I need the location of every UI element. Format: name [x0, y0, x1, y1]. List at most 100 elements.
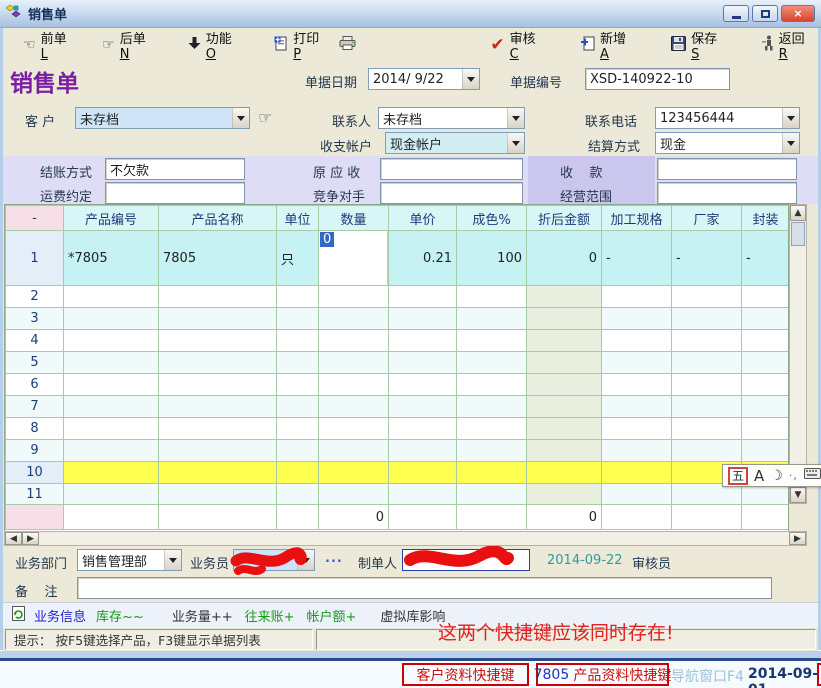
grid-cell[interactable]: [389, 330, 457, 352]
grid-cell[interactable]: [457, 330, 527, 352]
grid-cell[interactable]: 9: [6, 440, 64, 462]
grid-cell[interactable]: [64, 418, 159, 440]
grid-cell[interactable]: [319, 484, 389, 505]
grid-cell[interactable]: [277, 418, 319, 440]
function-button[interactable]: 功能O: [182, 32, 246, 58]
chevron-down-icon[interactable]: [462, 69, 479, 89]
grid-cell[interactable]: [277, 396, 319, 418]
grid-cell[interactable]: [527, 440, 602, 462]
grid-cell[interactable]: [602, 440, 672, 462]
minimize-button[interactable]: [723, 5, 749, 22]
grid-cell[interactable]: [527, 286, 602, 308]
grid-cell[interactable]: 2: [6, 286, 64, 308]
grid-cell[interactable]: [277, 440, 319, 462]
freight-input[interactable]: [105, 182, 245, 204]
grid-cell[interactable]: [672, 374, 742, 396]
grid-cell[interactable]: 5: [6, 352, 64, 374]
grid-cell[interactable]: [742, 352, 790, 374]
grid-cell[interactable]: [457, 462, 527, 484]
grid-cell[interactable]: [527, 484, 602, 505]
grid-cell[interactable]: [672, 330, 742, 352]
grid-cell[interactable]: [319, 286, 389, 308]
ime-keyboard-icon[interactable]: [804, 468, 821, 483]
grid-cell[interactable]: 0.21: [389, 231, 457, 286]
next-doc-button[interactable]: ☞ 后单N: [96, 32, 160, 58]
scroll-right-icon[interactable]: ▶: [22, 532, 39, 545]
grid-cell[interactable]: [602, 308, 672, 330]
grid-cell[interactable]: [602, 374, 672, 396]
new-button[interactable]: 新增A: [575, 32, 639, 58]
grid-cell[interactable]: [319, 374, 389, 396]
grid-cell[interactable]: -: [742, 231, 790, 286]
phone-combo[interactable]: 123456444: [655, 107, 800, 129]
grid-cell[interactable]: [64, 330, 159, 352]
receive-input[interactable]: [657, 158, 797, 180]
grid-cell[interactable]: [389, 308, 457, 330]
grid-cell[interactable]: 4: [6, 330, 64, 352]
more-button[interactable]: ...: [325, 551, 343, 566]
grid-cell[interactable]: [602, 396, 672, 418]
grid-header-cell[interactable]: 加工规格: [602, 206, 672, 231]
grid-cell[interactable]: [277, 462, 319, 484]
grid-cell[interactable]: 3: [6, 308, 64, 330]
scroll-up-icon[interactable]: ▲: [790, 205, 806, 221]
account-combo[interactable]: 现金帐户: [385, 132, 525, 154]
grid-cell[interactable]: [319, 330, 389, 352]
grid-header-cell[interactable]: 厂家: [672, 206, 742, 231]
prev-doc-button[interactable]: ☜ 前单L: [17, 32, 78, 58]
grid-cell[interactable]: [602, 330, 672, 352]
scrollbar-thumb[interactable]: [791, 222, 805, 246]
grid-cell[interactable]: 100: [457, 231, 527, 286]
grid-cell[interactable]: [742, 286, 790, 308]
grid-cell[interactable]: 1: [6, 231, 64, 286]
grid-header-cell[interactable]: 产品编号: [64, 206, 159, 231]
grid-cell[interactable]: [742, 418, 790, 440]
grid-cell[interactable]: [457, 484, 527, 505]
grid-cell[interactable]: 11: [6, 484, 64, 505]
grid-cell[interactable]: [457, 352, 527, 374]
pointing-hand-icon[interactable]: ☞: [258, 108, 272, 127]
doc-date-combo[interactable]: 2014/ 9/22: [368, 68, 480, 90]
grid-qty-editor-cell[interactable]: 0: [319, 231, 389, 286]
grid-cell[interactable]: [277, 484, 319, 505]
grid-cell[interactable]: [527, 330, 602, 352]
scope-input[interactable]: [657, 182, 797, 204]
grid-cell[interactable]: [389, 352, 457, 374]
grid-cell[interactable]: [64, 374, 159, 396]
grid-cell[interactable]: -: [672, 231, 742, 286]
grid-cell[interactable]: [527, 418, 602, 440]
grid-cell[interactable]: [742, 330, 790, 352]
ime-wubi-icon[interactable]: 五: [728, 467, 748, 485]
grid-cell[interactable]: [672, 308, 742, 330]
doc-no-input[interactable]: XSD-140922-10: [585, 68, 730, 90]
chevron-down-icon[interactable]: [507, 133, 524, 153]
grid-header-cell[interactable]: 单位: [277, 206, 319, 231]
grid-header-cell[interactable]: 折后金额: [527, 206, 602, 231]
ime-toolbar[interactable]: 五 A ☽ ·,: [722, 464, 821, 487]
business-info-link[interactable]: 业务信息: [34, 606, 86, 625]
grid-cell[interactable]: [742, 308, 790, 330]
grid-cell[interactable]: [527, 374, 602, 396]
grid-cell[interactable]: [319, 440, 389, 462]
grid-header-cell[interactable]: 产品名称: [159, 206, 277, 231]
grid-cell[interactable]: [389, 484, 457, 505]
grid-cell[interactable]: [742, 396, 790, 418]
grid-cell[interactable]: [602, 484, 672, 505]
chevron-down-icon[interactable]: [232, 108, 249, 128]
scroll-right-end-icon[interactable]: ▶: [789, 532, 806, 545]
grid-cell[interactable]: [159, 440, 277, 462]
qty-editor-value[interactable]: 0: [320, 232, 334, 247]
print-button[interactable]: 打印P: [268, 32, 331, 58]
grid-cell[interactable]: [457, 308, 527, 330]
printer-icon-button[interactable]: [333, 32, 362, 58]
grid-cell[interactable]: [389, 396, 457, 418]
grid-cell[interactable]: [277, 374, 319, 396]
grid-cell[interactable]: [527, 352, 602, 374]
grid-cell[interactable]: [742, 440, 790, 462]
grid-cell[interactable]: [159, 374, 277, 396]
competitor-input[interactable]: [380, 182, 523, 204]
grid-horizontal-scrollbar[interactable]: ◀ ▶ ▶: [4, 531, 807, 546]
chevron-down-icon[interactable]: [164, 550, 181, 570]
settle-combo[interactable]: 现金: [655, 132, 800, 154]
grid-cell[interactable]: [527, 462, 602, 484]
